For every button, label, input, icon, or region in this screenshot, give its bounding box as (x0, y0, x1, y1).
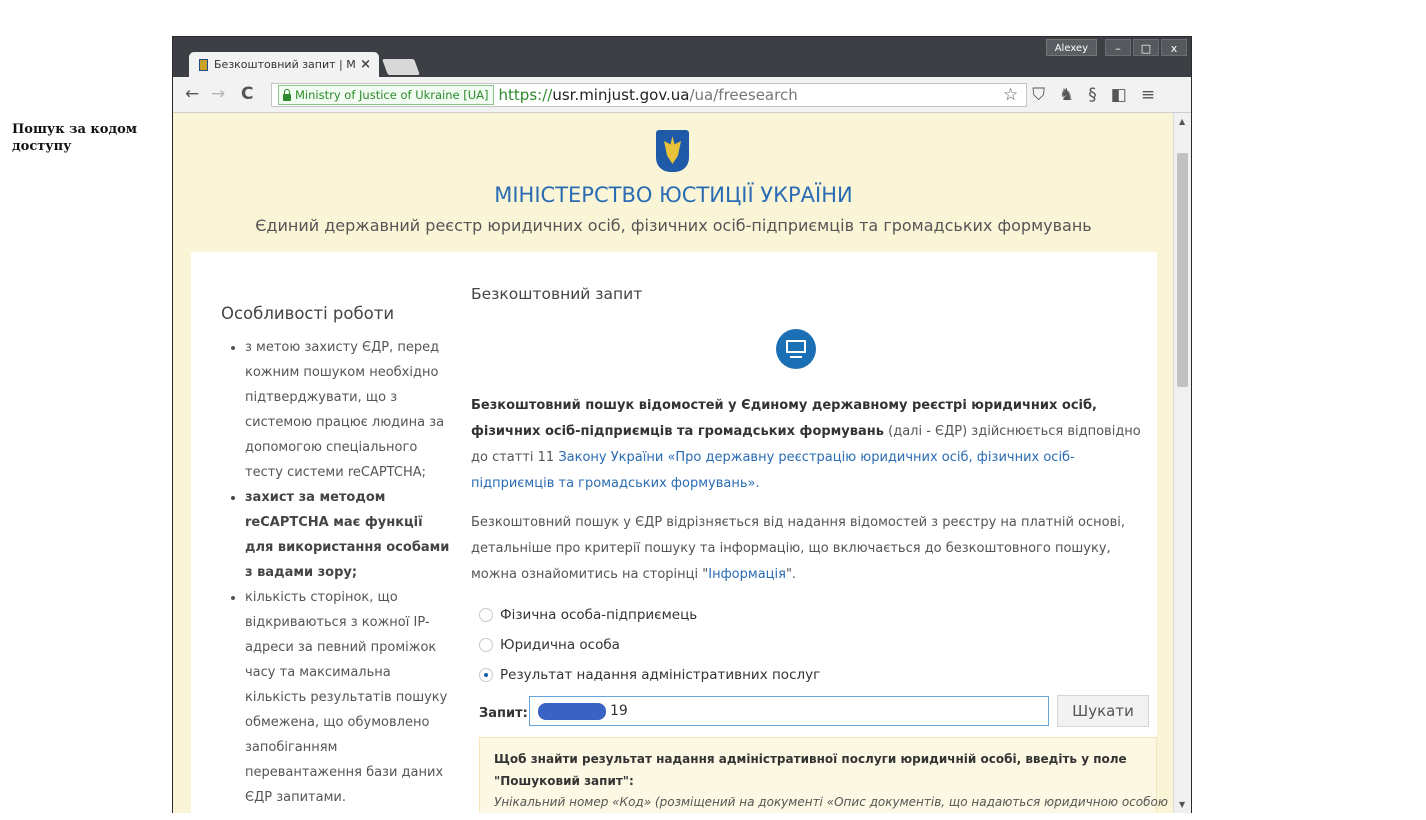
profile-button[interactable]: Alexey (1045, 39, 1097, 56)
query-label: Запит: (479, 706, 528, 721)
browser-toolbar: ← → C Ministry of Justice of Ukraine [UA… (173, 77, 1191, 113)
back-button[interactable]: ← (185, 85, 199, 103)
sidebar-title: Особливості роботи (221, 304, 395, 323)
url-scheme: https:// (498, 86, 553, 104)
notice-title: Щоб знайти результат надання адміністрат… (494, 752, 1127, 788)
bookmark-star-icon[interactable]: ☆ (1003, 83, 1018, 107)
maximize-button[interactable]: □ (1133, 39, 1159, 56)
features-list: з метою захисту ЄДР, перед кожним пошуко… (221, 335, 451, 810)
info-paragraph: Безкоштовний пошук у ЄДР відрізняється в… (471, 510, 1141, 588)
ev-label: Ministry of Justice of Ukraine [UA] (295, 88, 489, 102)
tab-title: Безкоштовний запит | Мі (214, 58, 357, 71)
intro-paragraph: Безкоштовний пошук відомостей у Єдиному … (471, 393, 1141, 497)
radio-button[interactable] (479, 638, 493, 652)
feature-item: з метою захисту ЄДР, перед кожним пошуко… (245, 335, 451, 485)
query-input[interactable]: 19 (529, 696, 1049, 726)
evernote-icon[interactable]: ♞ (1059, 83, 1074, 107)
ev-certificate-badge[interactable]: Ministry of Justice of Ukraine [UA] (278, 85, 494, 105)
radio-option-admin-services[interactable]: Результат надання адміністративних послу… (479, 660, 820, 690)
search-heading: Безкоштовний запит (471, 285, 643, 303)
content-panel: Особливості роботи з метою захисту ЄДР, … (191, 252, 1168, 813)
chrome-menu-icon[interactable]: ≡ (1141, 83, 1155, 107)
radio-label: Фізична особа-підприємець (500, 607, 698, 623)
help-notice: Щоб знайти результат надання адміністрат… (479, 737, 1168, 813)
lock-icon (283, 88, 291, 101)
url-path: /ua/freesearch (689, 86, 798, 104)
new-tab-button[interactable] (382, 59, 420, 75)
url-host: usr.minjust.gov.ua (552, 86, 690, 104)
side-caption: Пошук за кодом доступу (12, 122, 138, 154)
titlebar: Безкоштовний запит | Мі × Alexey – □ x (173, 37, 1191, 77)
feature-item: захист за методом reCAPTCHA має функції … (245, 485, 451, 585)
site-title: МІНІСТЕРСТВО ЮСТИЦІЇ УКРАЇНИ (494, 183, 853, 207)
window-controls: – □ x (1105, 39, 1187, 56)
scroll-up-icon[interactable]: ▲ (1179, 117, 1185, 126)
lastpass-icon[interactable]: § (1088, 83, 1097, 107)
page-viewport: МІНІСТЕРСТВО ЮСТИЦІЇ УКРАЇНИ Єдиний держ… (173, 113, 1174, 813)
site-subtitle: Єдиний державний реєстр юридичних осіб, … (255, 216, 1092, 235)
radio-label: Юридична особа (500, 637, 620, 653)
tab-close-icon[interactable]: × (360, 57, 371, 72)
search-type-group: Фізична особа-підприємець Юридична особа… (479, 600, 820, 690)
reload-button[interactable]: C (241, 85, 253, 103)
info-text: Безкоштовний пошук у ЄДР відрізняється в… (471, 515, 1125, 582)
close-window-button[interactable]: x (1161, 39, 1187, 56)
search-main: Безкоштовний запит Безкоштовний пошук ві… (471, 285, 1168, 813)
tab-active[interactable]: Безкоштовний запит | Мі × (189, 52, 379, 77)
radio-option-legal-entity[interactable]: Юридична особа (479, 630, 820, 660)
minimize-button[interactable]: – (1105, 39, 1131, 56)
monitor-icon (776, 329, 816, 369)
redacted-value (538, 703, 606, 720)
scrollbar-thumb[interactable] (1177, 153, 1188, 387)
feature-item: кількість сторінок, що відкриваються з к… (245, 585, 451, 810)
search-button[interactable]: Шукати (1057, 695, 1149, 727)
trident-emblem-icon (656, 130, 689, 172)
radio-button[interactable] (479, 608, 493, 622)
browser-window: Безкоштовний запит | Мі × Alexey – □ x ←… (172, 36, 1192, 813)
favicon-icon (199, 58, 208, 71)
features-sidebar: Особливості роботи з метою захисту ЄДР, … (221, 304, 451, 810)
radio-button-checked[interactable] (479, 668, 493, 682)
radio-label: Результат надання адміністративних послу… (500, 667, 821, 683)
address-bar[interactable]: Ministry of Justice of Ukraine [UA] http… (271, 83, 1027, 107)
notice-text: Унікальний номер «Код» (розміщений на до… (494, 795, 1168, 809)
law-link[interactable]: Закону України «Про державну реєстрацію … (471, 450, 1075, 491)
info-end: ". (785, 567, 797, 582)
pocket-icon[interactable]: ⛉ (1032, 83, 1045, 107)
extension-icons: ☆ ⛉ ♞ § ◧ ≡ (1003, 83, 1155, 107)
forward-button[interactable]: → (211, 85, 225, 103)
page-scrollbar[interactable]: ▲ ▼ (1173, 113, 1191, 813)
scroll-down-icon[interactable]: ▼ (1179, 800, 1185, 809)
radio-option-entrepreneur[interactable]: Фізична особа-підприємець (479, 600, 820, 630)
query-value: 19 (610, 703, 628, 719)
info-link[interactable]: Інформація (708, 567, 786, 582)
translate-icon[interactable]: ◧ (1111, 83, 1127, 107)
